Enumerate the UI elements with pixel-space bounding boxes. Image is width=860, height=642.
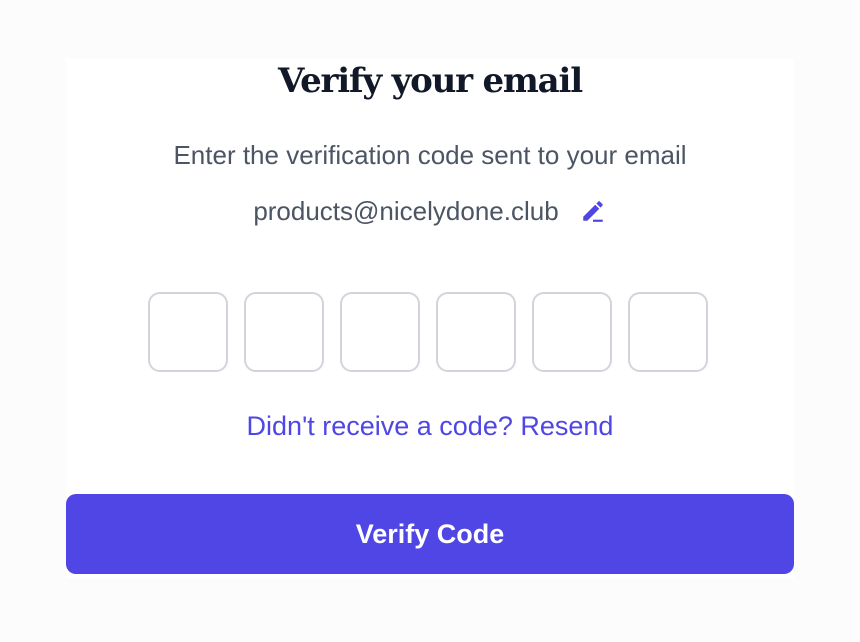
email-address: products@nicelydone.club xyxy=(253,196,559,226)
resend-link[interactable]: Resend xyxy=(520,411,613,441)
otp-digit-2[interactable] xyxy=(244,292,324,372)
otp-input-group xyxy=(148,292,708,372)
otp-digit-3[interactable] xyxy=(340,292,420,372)
edit-email-button[interactable] xyxy=(579,197,607,225)
resend-prompt[interactable]: Didn't receive a code? xyxy=(247,411,521,441)
instructions-text: Enter the verification code sent to your… xyxy=(173,140,687,170)
page-title: Verify your email xyxy=(278,61,583,101)
pencil-icon xyxy=(582,201,603,222)
otp-digit-1[interactable] xyxy=(148,292,228,372)
email-row: products@nicelydone.club xyxy=(0,194,860,228)
verify-code-button[interactable]: Verify Code xyxy=(66,494,794,574)
otp-digit-5[interactable] xyxy=(532,292,612,372)
otp-digit-4[interactable] xyxy=(436,292,516,372)
otp-digit-6[interactable] xyxy=(628,292,708,372)
resend-code-row: Didn't receive a code? Resend xyxy=(0,410,860,442)
